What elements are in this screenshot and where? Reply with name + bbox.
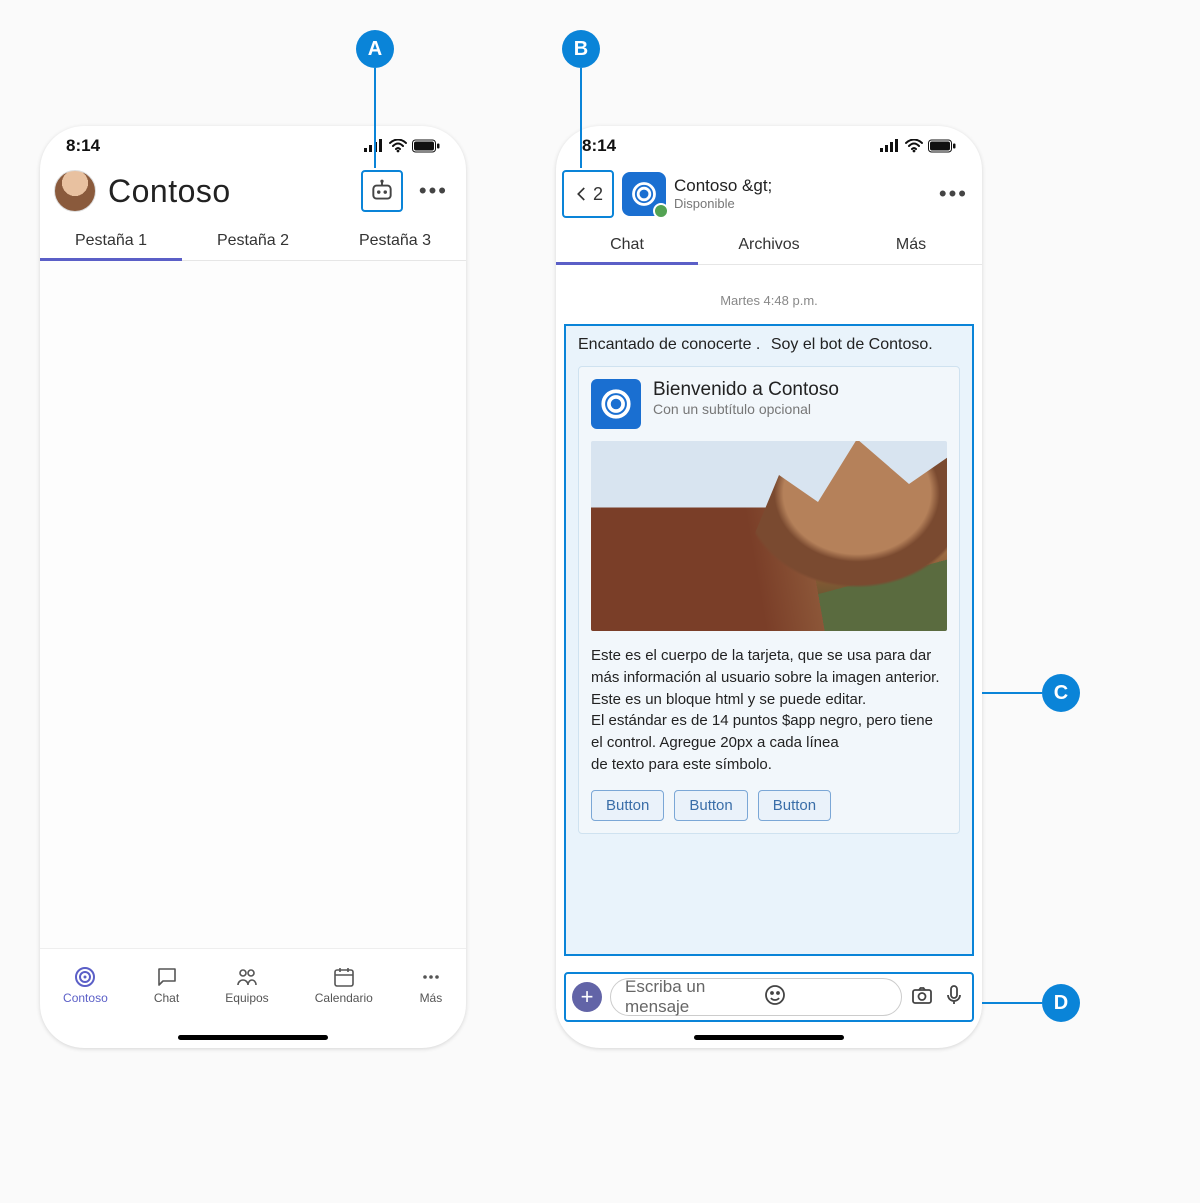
tab-chat[interactable]: Chat [556, 224, 698, 264]
card-title: Bienvenido a Contoso [653, 379, 839, 401]
header: 2 Contoso &gt; Disponible ••• [556, 166, 982, 224]
callout-a-line [374, 68, 376, 168]
home-indicator [40, 1026, 466, 1048]
nav-label: Chat [154, 991, 179, 1005]
nav-more[interactable]: Más [419, 965, 443, 1005]
callout-d-line [982, 1002, 1042, 1004]
msg-intro-1: Encantado de conocerte . [578, 336, 760, 353]
spiral-icon [73, 965, 97, 989]
tab-2[interactable]: Pestaña 2 [182, 220, 324, 260]
nav-teams[interactable]: Equipos [225, 965, 268, 1005]
compose-placeholder: Escriba un mensaje [625, 977, 753, 1017]
header: Contoso ••• [40, 166, 466, 220]
tabs: Chat Archivos Más [556, 224, 982, 265]
add-button[interactable]: + [572, 982, 602, 1012]
mic-icon[interactable] [942, 983, 966, 1012]
nav-label: Calendario [315, 991, 373, 1005]
teams-icon [235, 965, 259, 989]
chat-area: Martes 4:48 p.m. Encantado de conocerte … [556, 265, 982, 1026]
status-time: 8:14 [66, 136, 100, 156]
welcome-message-highlight: Encantado de conocerte . Soy el bot de C… [564, 324, 974, 956]
status-icons [880, 139, 956, 153]
card-subtitle: Con un subtítulo opcional [653, 401, 839, 417]
chat-title: Contoso &gt; [674, 176, 927, 196]
card-buttons: Button Button Button [591, 790, 947, 821]
callout-b: B [562, 30, 600, 68]
battery-icon [928, 139, 956, 153]
wifi-icon [389, 139, 407, 153]
more-icon[interactable]: ••• [415, 178, 452, 204]
status-bar: 8:14 [40, 126, 466, 166]
battery-icon [412, 139, 440, 153]
compose-input[interactable]: Escriba un mensaje [610, 978, 902, 1016]
spiral-icon [599, 387, 633, 421]
callout-c-line [982, 692, 1042, 694]
bottom-nav: Contoso Chat Equipos Calendario Más [40, 948, 466, 1026]
page-title: Contoso [108, 173, 349, 210]
tab-3[interactable]: Pestaña 3 [324, 220, 466, 260]
tab-1[interactable]: Pestaña 1 [40, 220, 182, 260]
callout-d: D [1042, 984, 1080, 1022]
chevron-left-icon [573, 185, 591, 203]
nav-contoso[interactable]: Contoso [63, 965, 108, 1005]
tab-files[interactable]: Archivos [698, 224, 840, 264]
wifi-icon [905, 139, 923, 153]
compose-highlight: + Escriba un mensaje [564, 972, 974, 1022]
tabs: Pestaña 1 Pestaña 2 Pestaña 3 [40, 220, 466, 261]
chat-icon [155, 965, 179, 989]
calendar-icon [332, 965, 356, 989]
callout-b-line [580, 68, 582, 168]
nav-label: Equipos [225, 991, 268, 1005]
message-text: Encantado de conocerte . Soy el bot de C… [578, 336, 960, 354]
card-button-1[interactable]: Button [591, 790, 664, 821]
card-logo [591, 379, 641, 429]
app-icon[interactable] [622, 172, 666, 216]
card-button-2[interactable]: Button [674, 790, 747, 821]
more-icon [419, 965, 443, 989]
nav-label: Contoso [63, 991, 108, 1005]
card-body: Este es el cuerpo de la tarjeta, que se … [591, 645, 947, 776]
card-header: Bienvenido a Contoso Con un subtítulo op… [591, 379, 947, 429]
spiral-icon [630, 180, 658, 208]
nav-chat[interactable]: Chat [154, 965, 179, 1005]
signal-icon [880, 139, 900, 153]
phone-b: 8:14 2 Contoso &gt; Disponible ••• Chat … [556, 126, 982, 1048]
bot-button-highlight[interactable] [361, 170, 403, 212]
callout-a: A [356, 30, 394, 68]
home-indicator [556, 1026, 982, 1048]
card-button-3[interactable]: Button [758, 790, 831, 821]
back-count: 2 [593, 184, 603, 205]
more-icon[interactable]: ••• [935, 181, 972, 207]
bot-icon [369, 178, 395, 204]
content-area [40, 261, 466, 948]
status-bar: 8:14 [556, 126, 982, 166]
presence-available-icon [653, 203, 669, 219]
adaptive-card: Bienvenido a Contoso Con un subtítulo op… [578, 366, 960, 834]
phone-a: 8:14 Contoso ••• Pestaña 1 Pestaña 2 Pes… [40, 126, 466, 1048]
chat-timestamp: Martes 4:48 p.m. [556, 265, 982, 324]
chat-status: Disponible [674, 196, 927, 212]
status-time: 8:14 [582, 136, 616, 156]
back-button-highlight[interactable]: 2 [562, 170, 614, 218]
nav-label: Más [420, 991, 443, 1005]
callout-c: C [1042, 674, 1080, 712]
msg-intro-2: Soy el bot de Contoso. [771, 336, 933, 353]
tab-more[interactable]: Más [840, 224, 982, 264]
nav-calendar[interactable]: Calendario [315, 965, 373, 1005]
card-image [591, 441, 947, 631]
header-title-block: Contoso &gt; Disponible [674, 176, 927, 212]
avatar[interactable] [54, 170, 96, 212]
camera-icon[interactable] [910, 983, 934, 1012]
emoji-icon[interactable] [763, 983, 891, 1012]
